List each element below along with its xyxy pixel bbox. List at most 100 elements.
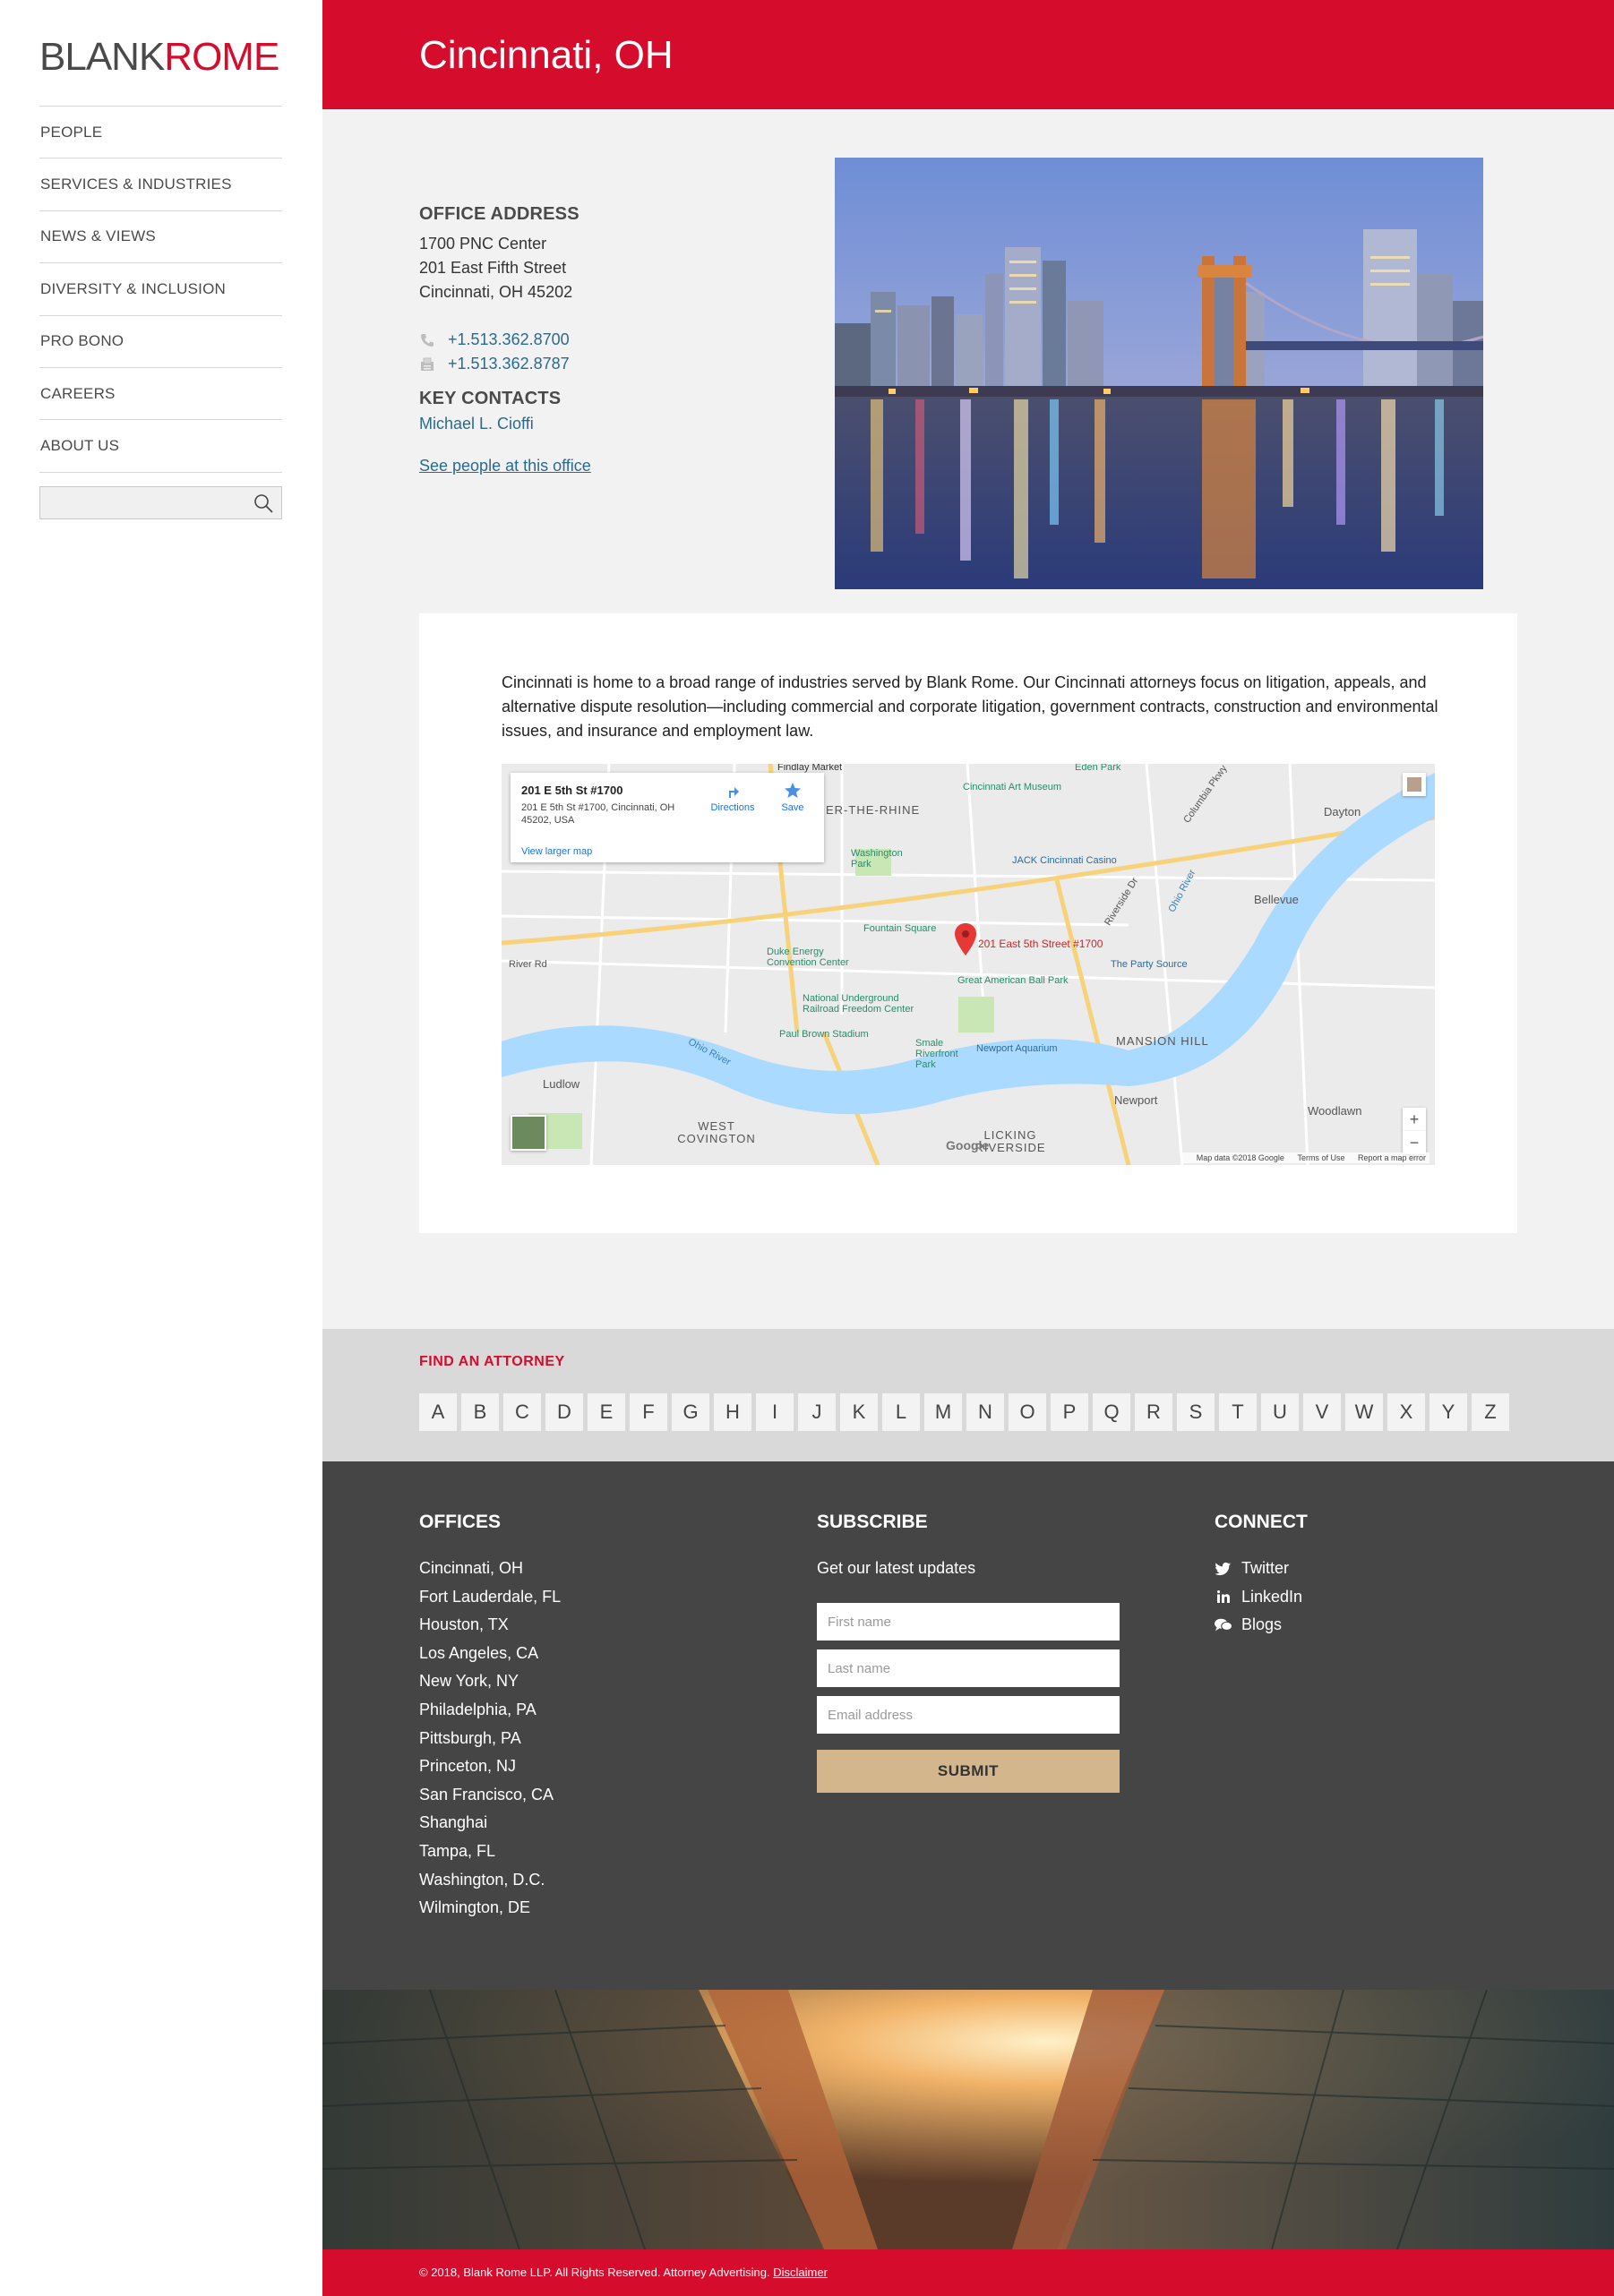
email-input[interactable] xyxy=(817,1696,1120,1734)
nav-item-pro-bono[interactable]: PRO BONO xyxy=(39,316,282,368)
alphabet-letter-v[interactable]: V xyxy=(1303,1393,1341,1431)
alphabet-letter-e[interactable]: E xyxy=(588,1393,625,1431)
sidebar: BLANKROME PEOPLE SERVICES & INDUSTRIES N… xyxy=(0,0,322,2296)
zoom-out-button[interactable]: − xyxy=(1403,1131,1426,1154)
nav-item-news-views[interactable]: NEWS & VIEWS xyxy=(39,211,282,264)
alphabet-letter-h[interactable]: H xyxy=(714,1393,751,1431)
offices-list: Cincinnati, OH Fort Lauderdale, FL Houston… xyxy=(419,1555,561,1923)
logo[interactable]: BLANKROME xyxy=(39,32,279,82)
directions-label: Directions xyxy=(710,802,755,813)
nav-item-diversity-inclusion[interactable]: DIVERSITY & INCLUSION xyxy=(39,263,282,316)
directions-button[interactable]: Directions xyxy=(706,782,760,813)
phone-row[interactable]: +1.513.362.8700 xyxy=(419,328,795,352)
office-address-heading: OFFICE ADDRESS xyxy=(419,204,579,224)
last-name-input[interactable] xyxy=(817,1649,1120,1687)
search-input[interactable] xyxy=(40,487,237,518)
google-map[interactable]: Findlay Market ER-THE-RHINE Cincinnati A… xyxy=(502,764,1435,1165)
alphabet-letter-d[interactable]: D xyxy=(545,1393,583,1431)
office-link[interactable]: Wilmington, DE xyxy=(419,1894,561,1923)
office-link[interactable]: Shanghai xyxy=(419,1809,561,1838)
fullscreen-button[interactable] xyxy=(1403,773,1426,796)
alphabet-letter-k[interactable]: K xyxy=(840,1393,878,1431)
map-terms-link[interactable]: Terms of Use xyxy=(1297,1153,1344,1162)
office-link[interactable]: Fort Lauderdale, FL xyxy=(419,1583,561,1612)
zoom-in-button[interactable]: + xyxy=(1403,1108,1426,1131)
office-link[interactable]: Tampa, FL xyxy=(419,1838,561,1866)
fax-icon xyxy=(421,357,434,371)
alphabet-letter-o[interactable]: O xyxy=(1009,1393,1046,1431)
office-link[interactable]: Houston, TX xyxy=(419,1611,561,1640)
view-larger-map-link[interactable]: View larger map xyxy=(521,846,592,857)
city-street-photo xyxy=(322,1990,1614,2249)
nav-item-about-us[interactable]: ABOUT US xyxy=(39,420,282,473)
search-icon[interactable] xyxy=(253,493,274,514)
legal-bar: © 2018, Blank Rome LLP. All Rights Reser… xyxy=(322,2249,1614,2296)
map-card-address: 201 E 5th St #1700, Cincinnati, OH 45202… xyxy=(521,802,675,826)
key-contact-link[interactable]: Michael L. Cioffi xyxy=(419,415,534,433)
see-people-link[interactable]: See people at this office xyxy=(419,457,591,475)
copyright-text: © 2018, Blank Rome LLP. All Rights Reser… xyxy=(419,2266,770,2279)
alphabet-letter-y[interactable]: Y xyxy=(1429,1393,1467,1431)
connect-item-linkedin[interactable]: LinkedIn xyxy=(1215,1583,1302,1612)
alphabet-letter-p[interactable]: P xyxy=(1051,1393,1088,1431)
map-label: The Party Source xyxy=(1111,959,1188,970)
map-label: Fountain Square xyxy=(863,923,937,934)
connect-label: Blogs xyxy=(1241,1615,1283,1634)
find-attorney-title: FIND AN ATTORNEY xyxy=(419,1354,565,1369)
map-card-title: 201 E 5th St #1700 xyxy=(521,784,623,797)
subscribe-subtitle: Get our latest updates xyxy=(817,1559,976,1577)
office-link[interactable]: San Francisco, CA xyxy=(419,1781,561,1810)
connect-item-twitter[interactable]: Twitter xyxy=(1215,1555,1302,1583)
alphabet-letter-m[interactable]: M xyxy=(924,1393,962,1431)
alphabet-letter-i[interactable]: I xyxy=(756,1393,794,1431)
first-name-input[interactable] xyxy=(817,1603,1120,1641)
satellite-toggle[interactable] xyxy=(511,1115,546,1151)
map-label: Newport xyxy=(1114,1093,1158,1107)
alphabet-letter-b[interactable]: B xyxy=(461,1393,499,1431)
nav-item-label: PEOPLE xyxy=(40,123,103,141)
nav-item-people[interactable]: PEOPLE xyxy=(39,107,282,159)
fax-row[interactable]: +1.513.362.8787 xyxy=(419,352,795,376)
office-link[interactable]: Cincinnati, OH xyxy=(419,1555,561,1583)
cincinnati-skyline-image xyxy=(835,158,1483,589)
linkedin-icon xyxy=(1215,1589,1232,1605)
address-line: Cincinnati, OH 45202 xyxy=(419,283,573,301)
address-line: 1700 PNC Center xyxy=(419,235,547,253)
alphabet-letter-f[interactable]: F xyxy=(630,1393,667,1431)
alphabet-letter-z[interactable]: Z xyxy=(1472,1393,1509,1431)
subscribe-title: SUBSCRIBE xyxy=(817,1512,928,1532)
page-header: Cincinnati, OH xyxy=(322,0,1614,109)
save-button[interactable]: Save xyxy=(770,782,815,813)
alphabet-letter-r[interactable]: R xyxy=(1135,1393,1172,1431)
map-report-link[interactable]: Report a map error xyxy=(1358,1153,1426,1162)
alphabet-letter-u[interactable]: U xyxy=(1261,1393,1299,1431)
nav-item-careers[interactable]: CAREERS xyxy=(39,368,282,421)
map-pin-icon[interactable] xyxy=(955,923,976,955)
chat-bubbles-icon xyxy=(1215,1617,1232,1633)
alphabet-letter-t[interactable]: T xyxy=(1219,1393,1257,1431)
alphabet-letter-x[interactable]: X xyxy=(1387,1393,1425,1431)
alphabet-letter-l[interactable]: L xyxy=(882,1393,920,1431)
alphabet-letter-q[interactable]: Q xyxy=(1093,1393,1130,1431)
office-link[interactable]: Washington, D.C. xyxy=(419,1866,561,1895)
nav-item-label: PRO BONO xyxy=(40,332,124,350)
page-title: Cincinnati, OH xyxy=(419,33,674,77)
alphabet-letter-j[interactable]: J xyxy=(798,1393,836,1431)
alphabet-letter-a[interactable]: A xyxy=(419,1393,457,1431)
office-link[interactable]: Los Angeles, CA xyxy=(419,1640,561,1668)
office-link[interactable]: Princeton, NJ xyxy=(419,1752,561,1781)
connect-item-blogs[interactable]: Blogs xyxy=(1215,1611,1302,1640)
nav-item-label: CAREERS xyxy=(40,384,116,402)
alphabet-letter-c[interactable]: C xyxy=(503,1393,541,1431)
disclaimer-link[interactable]: Disclaimer xyxy=(773,2266,828,2279)
alphabet-letter-n[interactable]: N xyxy=(966,1393,1004,1431)
alphabet-letter-s[interactable]: S xyxy=(1177,1393,1215,1431)
alphabet-letter-w[interactable]: W xyxy=(1345,1393,1383,1431)
submit-button[interactable]: SUBMIT xyxy=(817,1750,1120,1793)
office-link[interactable]: Pittsburgh, PA xyxy=(419,1725,561,1753)
nav-item-services-industries[interactable]: SERVICES & INDUSTRIES xyxy=(39,158,282,211)
office-link[interactable]: New York, NY xyxy=(419,1667,561,1696)
nav-item-label: DIVERSITY & INCLUSION xyxy=(40,279,226,297)
office-link[interactable]: Philadelphia, PA xyxy=(419,1696,561,1725)
alphabet-letter-g[interactable]: G xyxy=(672,1393,709,1431)
